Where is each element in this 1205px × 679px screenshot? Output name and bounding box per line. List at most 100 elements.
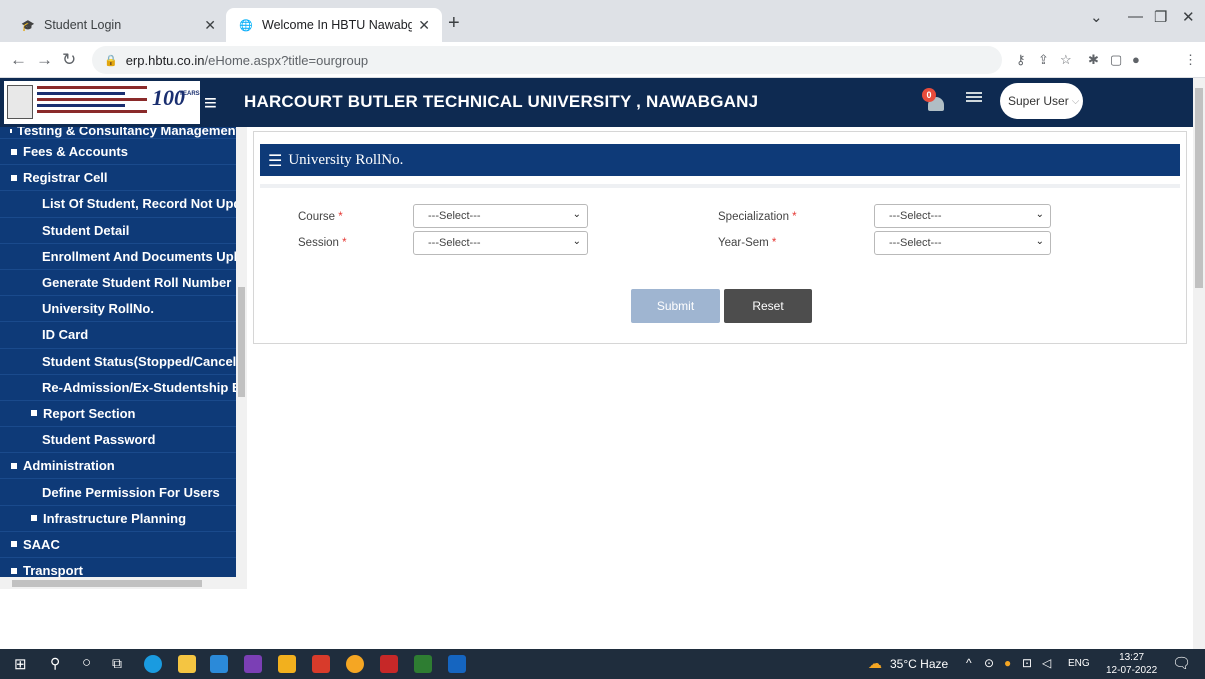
edge-browser-icon[interactable] xyxy=(144,655,162,673)
notifications-center-icon[interactable]: 🗨 xyxy=(1172,654,1191,672)
app-header: 100 YEARS ≡ HARCOURT BUTLER TECHNICAL UN… xyxy=(0,78,1193,127)
sidebar-item-administration[interactable]: Administration xyxy=(0,453,236,480)
word-icon[interactable] xyxy=(448,655,466,673)
sidebar-item-list-of-student[interactable]: List Of Student, Record Not Updated xyxy=(0,191,236,218)
expand-plus-icon xyxy=(10,147,18,156)
url-path: /eHome.aspx?title=ourgroup xyxy=(204,52,369,68)
sidebar-item-report-section[interactable]: Report Section xyxy=(0,401,236,428)
sidebar-item-registrar-cell[interactable]: Registrar Cell xyxy=(0,165,236,192)
windows-start-icon[interactable]: ⊞ xyxy=(14,655,27,673)
tray-app-icon[interactable]: ⊙ xyxy=(984,656,994,670)
reload-icon[interactable]: ↻ xyxy=(62,50,76,70)
pdf-reader-icon[interactable] xyxy=(312,655,330,673)
specialization-select[interactable]: ---Select--- ⌄ xyxy=(874,204,1051,228)
collapse-minus-icon xyxy=(10,461,18,470)
scrollbar-thumb[interactable] xyxy=(238,287,245,397)
share-icon[interactable]: ⇪ xyxy=(1038,52,1049,68)
tab-title: Welcome In HBTU Nawabganj Ca xyxy=(262,18,413,32)
notification-count-badge: 0 xyxy=(922,88,936,102)
sidebar-item-saac[interactable]: SAAC xyxy=(0,532,236,558)
sidebar-item-define-permission[interactable]: Define Permission For Users xyxy=(0,479,236,506)
close-tab-icon[interactable]: ✕ xyxy=(204,17,216,34)
sidebar-item-readmission[interactable]: Re-Admission/Ex-Studentship Entry xyxy=(0,375,236,401)
expand-plus-icon xyxy=(10,127,12,135)
excel-icon[interactable] xyxy=(414,655,432,673)
sidebar-item-generate-roll-number[interactable]: Generate Student Roll Number xyxy=(0,270,236,297)
sidebar-item-university-rollno[interactable]: University RollNo. xyxy=(0,296,236,323)
weather-text[interactable]: 35°C Haze xyxy=(890,657,948,671)
tray-chrome-icon[interactable]: ● xyxy=(1004,656,1011,670)
language-indicator[interactable]: ENG xyxy=(1068,658,1090,669)
chevron-down-icon: ⌄ xyxy=(1035,209,1044,220)
logo-years-text: YEARS xyxy=(179,91,200,97)
show-hidden-icons-chevron-icon[interactable]: ^ xyxy=(966,656,972,670)
session-select[interactable]: ---Select--- ⌄ xyxy=(413,231,588,255)
key-icon[interactable]: ⚷ xyxy=(1016,52,1026,68)
search-icon[interactable]: ⚲ xyxy=(50,655,60,672)
panel-header: ☰ University RollNo. xyxy=(260,144,1180,176)
sidebar-item-infrastructure-planning[interactable]: Infrastructure Planning xyxy=(0,506,236,532)
sidebar-item-student-status[interactable]: Student Status(Stopped/Cancelled) xyxy=(0,349,236,375)
tab-search-chevron-icon[interactable]: ⌄ xyxy=(1090,8,1103,26)
store-icon[interactable] xyxy=(178,655,196,673)
tab-student-login[interactable]: 🎓 Student Login ✕ xyxy=(8,8,228,42)
submit-button[interactable]: Submit xyxy=(631,289,720,323)
page-vertical-scrollbar[interactable] xyxy=(1193,78,1205,649)
user-name: Super User xyxy=(1008,94,1069,108)
year-sem-label: Year-Sem * xyxy=(718,237,777,249)
forward-arrow-icon[interactable]: → xyxy=(36,50,53,70)
clock-date: 12-07-2022 xyxy=(1106,665,1158,676)
scrollbar-thumb[interactable] xyxy=(12,580,202,587)
university-favicon-icon: 🎓 xyxy=(21,19,35,32)
close-tab-icon[interactable]: ✕ xyxy=(418,17,430,34)
network-icon[interactable]: ⊡ xyxy=(1022,656,1032,670)
close-window-icon[interactable]: ✕ xyxy=(1182,8,1195,26)
minimize-icon[interactable]: — xyxy=(1128,8,1143,25)
user-menu-button[interactable]: Super User ⌵ xyxy=(1000,83,1083,119)
sidebar-item-testing-consultancy[interactable]: Testing & Consultancy Management xyxy=(0,127,236,139)
restore-icon[interactable]: ❐ xyxy=(1154,8,1167,26)
sidebar-item-student-password[interactable]: Student Password xyxy=(0,427,236,454)
reset-button[interactable]: Reset xyxy=(724,289,812,323)
bookmark-star-icon[interactable]: ☆ xyxy=(1060,52,1072,68)
taskbar-clock[interactable]: 13:27 12-07-2022 xyxy=(1106,651,1157,677)
tab-welcome-hbtu[interactable]: 🌐 Welcome In HBTU Nawabganj Ca ✕ xyxy=(226,8,442,42)
file-explorer-icon[interactable] xyxy=(278,655,296,673)
sidebar-vertical-scrollbar[interactable] xyxy=(236,127,247,589)
university-logo[interactable]: 100 YEARS xyxy=(4,81,200,124)
sidebar-item-student-detail[interactable]: Student Detail xyxy=(0,218,236,244)
logo-centenary-number: 100 xyxy=(152,85,185,110)
panel-title: University RollNo. xyxy=(288,151,404,168)
cortana-icon[interactable]: ○ xyxy=(82,654,91,671)
sidebar-item-id-card[interactable]: ID Card xyxy=(0,322,236,349)
scrollbar-thumb[interactable] xyxy=(1195,88,1203,288)
notifications-bell-icon[interactable]: 0 xyxy=(922,88,948,114)
app-red-icon[interactable] xyxy=(380,655,398,673)
media-app-icon[interactable] xyxy=(244,655,262,673)
url-input[interactable]: 🔒 erp.hbtu.co.in /eHome.aspx?title=ourgr… xyxy=(92,46,1002,74)
mail-icon[interactable] xyxy=(210,655,228,673)
windows-taskbar: ⊞ ⚲ ○ ⧉ ☁ 35°C Haze ^ ⊙ ● ⊡ ◁ ENG 13:27 … xyxy=(0,649,1205,679)
profile-avatar-icon[interactable]: ● xyxy=(1132,52,1140,67)
task-view-icon[interactable]: ⧉ xyxy=(112,655,122,672)
sidebar-horizontal-scrollbar[interactable] xyxy=(0,577,236,589)
course-label: Course * xyxy=(298,211,343,223)
sidebar-item-enrollment-documents[interactable]: Enrollment And Documents Upload xyxy=(0,244,236,270)
chrome-browser-icon[interactable] xyxy=(346,655,364,673)
tab-title: Student Login xyxy=(44,18,122,32)
messages-icon[interactable] xyxy=(966,92,982,106)
volume-muted-icon[interactable]: ◁ xyxy=(1042,656,1051,670)
address-bar-row: ← → ↻ 🔒 erp.hbtu.co.in /eHome.aspx?title… xyxy=(0,42,1205,78)
weather-icon[interactable]: ☁ xyxy=(868,655,882,672)
menu-kebab-icon[interactable]: ⋮ xyxy=(1184,52,1197,68)
lock-icon: 🔒 xyxy=(104,54,118,67)
hamburger-menu-icon[interactable]: ≡ xyxy=(204,90,217,116)
back-arrow-icon[interactable]: ← xyxy=(10,50,27,70)
year-sem-select[interactable]: ---Select--- ⌄ xyxy=(874,231,1051,255)
new-tab-icon[interactable]: + xyxy=(448,12,460,35)
sidebar-item-fees-accounts[interactable]: Fees & Accounts xyxy=(0,139,236,166)
course-select[interactable]: ---Select--- ⌄ xyxy=(413,204,588,228)
extensions-icon[interactable]: ✱ xyxy=(1088,52,1099,68)
side-panel-icon[interactable]: ▢ xyxy=(1110,52,1122,68)
specialization-label: Specialization * xyxy=(718,211,797,223)
